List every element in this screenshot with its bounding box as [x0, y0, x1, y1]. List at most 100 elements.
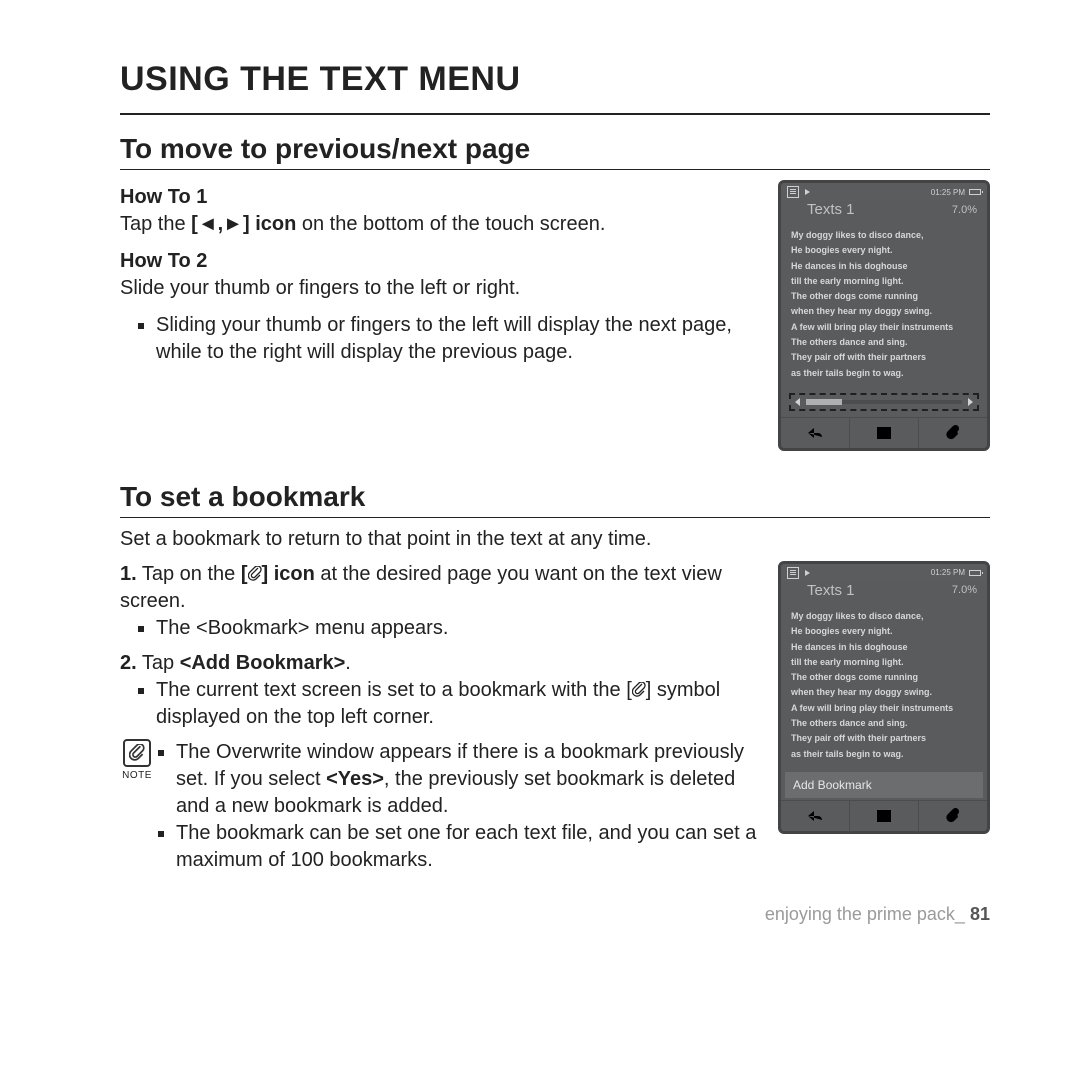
device-title: Texts 1 — [807, 201, 855, 218]
prev-page-icon[interactable] — [795, 398, 800, 406]
note-label: NOTE — [122, 769, 152, 783]
menu-button[interactable] — [850, 801, 919, 831]
device-line: They pair off with their partners — [791, 350, 977, 365]
step2-sub-bullet: The current text screen is set to a book… — [156, 677, 758, 731]
device-line: The other dogs come running — [791, 289, 977, 304]
menu-icon — [876, 426, 892, 440]
device-line: when they hear my doggy swing. — [791, 685, 977, 700]
device-title: Texts 1 — [807, 582, 855, 599]
device-line: He dances in his doghouse — [791, 640, 977, 655]
howto1-text: Tap the [◄,►] icon on the bottom of the … — [120, 211, 758, 238]
device-line: He boogies every night. — [791, 243, 977, 258]
section-move-text: How To 1 Tap the [◄,►] icon on the botto… — [120, 180, 758, 374]
scroll-track[interactable] — [806, 400, 962, 404]
scroll-thumb[interactable] — [806, 399, 842, 405]
device-mockup-2: 01:25 PM Texts 1 7.0% My doggy likes to … — [778, 561, 990, 834]
step-2: 2. Tap <Add Bookmark>. The current text … — [120, 650, 758, 731]
howto2-text: Slide your thumb or fingers to the left … — [120, 275, 758, 302]
device-line: He dances in his doghouse — [791, 259, 977, 274]
section-bookmark-heading: To set a bookmark — [120, 481, 990, 518]
device-status-bar: 01:25 PM — [781, 183, 987, 201]
menu-icon — [876, 809, 892, 823]
play-icon — [805, 570, 810, 576]
device-time: 01:25 PM — [931, 188, 965, 197]
menu-button[interactable] — [850, 418, 919, 448]
step2-post: . — [345, 652, 351, 674]
device-percent: 7.0% — [952, 584, 977, 596]
device-line: when they hear my doggy swing. — [791, 304, 977, 319]
howto2-bullets: Sliding your thumb or fingers to the lef… — [156, 312, 758, 366]
device-line: The others dance and sing. — [791, 335, 977, 350]
back-button[interactable] — [781, 418, 850, 448]
clip-icon — [248, 566, 262, 582]
battery-icon — [969, 570, 981, 576]
next-page-icon[interactable] — [968, 398, 973, 406]
device-line: The others dance and sing. — [791, 716, 977, 731]
section-bookmark: 1. Tap on the [] icon at the desired pag… — [120, 561, 990, 874]
back-button[interactable] — [781, 801, 850, 831]
section-bookmark-text: 1. Tap on the [] icon at the desired pag… — [120, 561, 758, 874]
clip-icon — [946, 808, 960, 824]
back-icon — [806, 809, 824, 823]
page-title: USING THE TEXT MENU — [120, 60, 990, 99]
device-line: They pair off with their partners — [791, 731, 977, 746]
bookmark-steps: 1. Tap on the [] icon at the desired pag… — [120, 561, 758, 731]
note-block: NOTE The Overwrite window appears if the… — [120, 739, 758, 874]
device-line: till the early morning light. — [791, 274, 977, 289]
step2-pre: Tap — [137, 652, 180, 674]
doc-icon — [787, 567, 799, 579]
howto1-label: How To 1 — [120, 184, 758, 211]
device-nav — [781, 417, 987, 448]
back-icon — [806, 426, 824, 440]
page-footer: enjoying the prime pack_ 81 — [120, 904, 990, 925]
step2-bold: <Add Bookmark> — [180, 652, 346, 674]
howto2-label: How To 2 — [120, 248, 758, 275]
note-bullet-2: The bookmark can be set one for each tex… — [176, 820, 758, 874]
device-title-row: Texts 1 7.0% — [781, 582, 987, 603]
device-line: My doggy likes to disco dance, — [791, 228, 977, 243]
howto1-pre: Tap the — [120, 213, 191, 235]
section-bookmark-intro: Set a bookmark to return to that point i… — [120, 528, 990, 551]
device-title-row: Texts 1 7.0% — [781, 201, 987, 222]
battery-icon — [969, 189, 981, 195]
device-body: My doggy likes to disco dance, He boogie… — [781, 222, 987, 387]
device-line: My doggy likes to disco dance, — [791, 609, 977, 624]
title-rule — [120, 113, 990, 115]
device-percent: 7.0% — [952, 204, 977, 216]
section-move: How To 1 Tap the [◄,►] icon on the botto… — [120, 180, 990, 451]
doc-icon — [787, 186, 799, 198]
device-line: The other dogs come running — [791, 670, 977, 685]
device-line: till the early morning light. — [791, 655, 977, 670]
step1-pre: Tap on the — [137, 563, 241, 585]
device-body: My doggy likes to disco dance, He boogie… — [781, 603, 987, 768]
clip-icon — [946, 425, 960, 441]
howto1-bold: [◄,►] icon — [191, 213, 296, 235]
device-line: as their tails begin to wag. — [791, 747, 977, 762]
add-bookmark-menu-item[interactable]: Add Bookmark — [785, 772, 983, 798]
bookmark-button[interactable] — [919, 418, 987, 448]
note-bullet-1: The Overwrite window appears if there is… — [176, 739, 758, 820]
note-bullets: The Overwrite window appears if there is… — [164, 739, 758, 874]
device-time: 01:25 PM — [931, 568, 965, 577]
page-number: 81 — [970, 904, 990, 924]
bookmark-button[interactable] — [919, 801, 987, 831]
footer-text: enjoying the prime pack_ — [765, 904, 965, 924]
device-nav — [781, 800, 987, 831]
device-status-bar: 01:25 PM — [781, 564, 987, 582]
device-line: A few will bring play their instruments — [791, 701, 977, 716]
step1-sub-bullet: The <Bookmark> menu appears. — [156, 615, 758, 642]
step1-bold: [] icon — [241, 563, 315, 585]
note-icon — [123, 739, 151, 767]
device-mockup-1: 01:25 PM Texts 1 7.0% My doggy likes to … — [778, 180, 990, 451]
device-line: as their tails begin to wag. — [791, 366, 977, 381]
device-line: A few will bring play their instruments — [791, 320, 977, 335]
section-move-heading: To move to previous/next page — [120, 133, 990, 170]
play-icon — [805, 189, 810, 195]
step1-num: 1. — [120, 563, 137, 585]
step2-sub: The current text screen is set to a book… — [156, 677, 758, 731]
page-scrollbar[interactable] — [789, 393, 979, 411]
step2-num: 2. — [120, 652, 137, 674]
step1-sub: The <Bookmark> menu appears. — [156, 615, 758, 642]
clip-icon — [632, 682, 646, 698]
howto2-bullet: Sliding your thumb or fingers to the lef… — [156, 312, 758, 366]
